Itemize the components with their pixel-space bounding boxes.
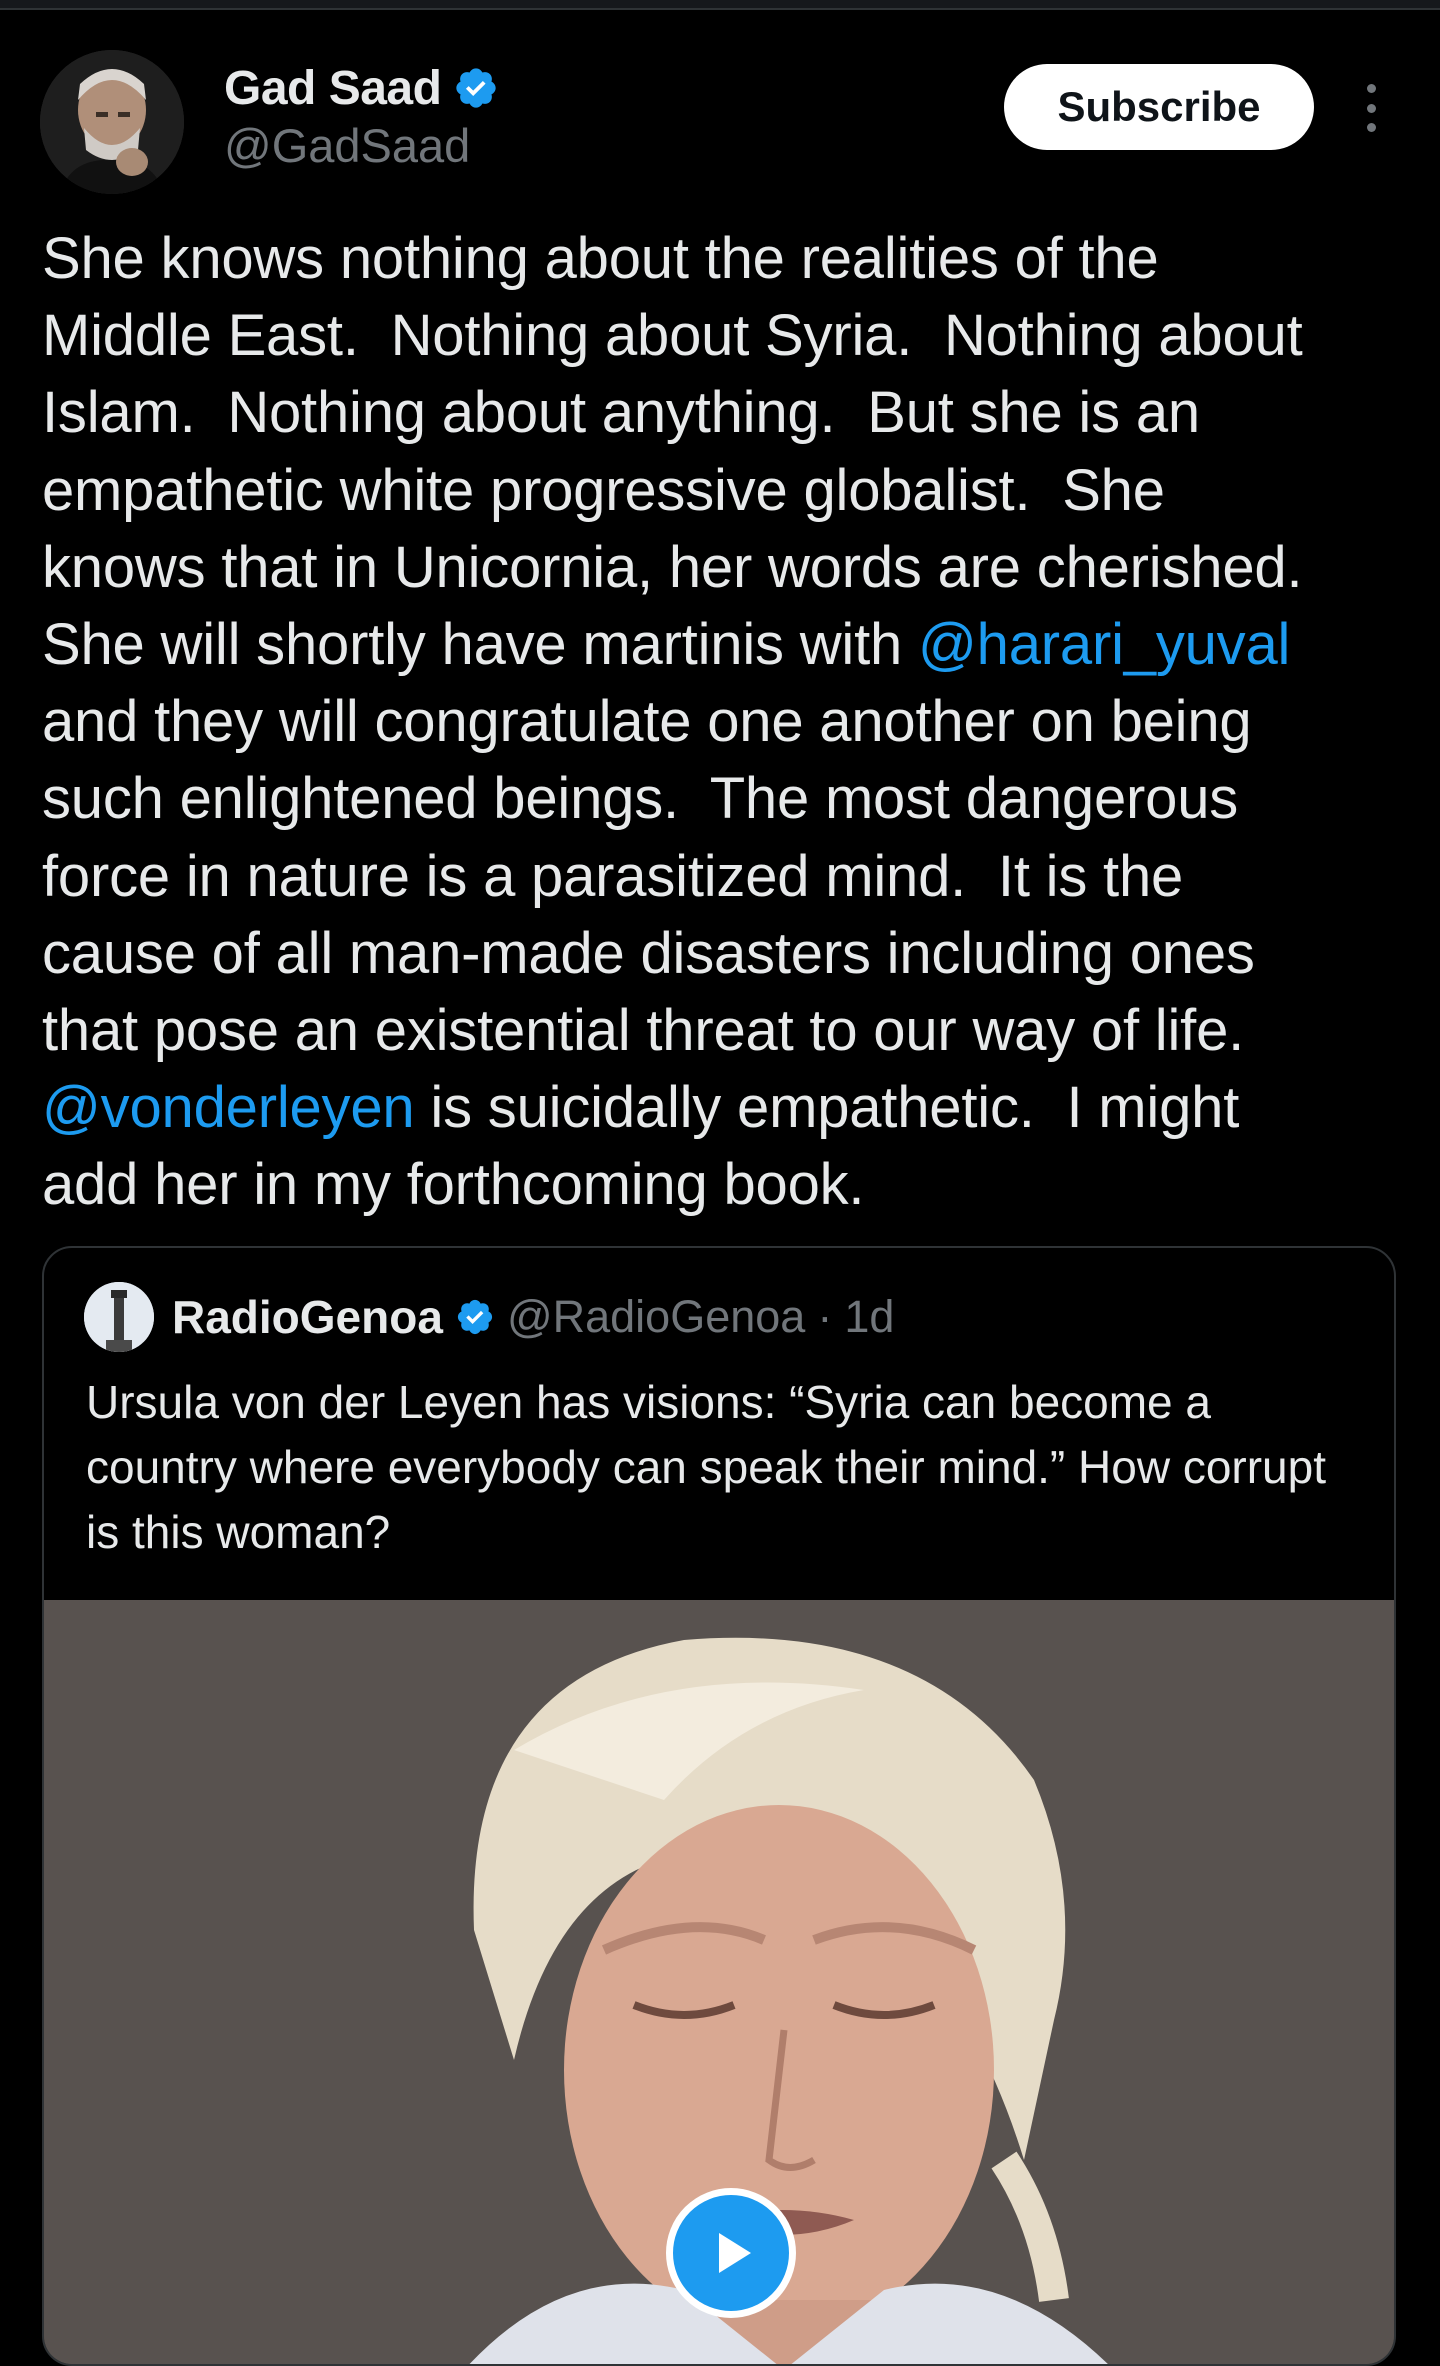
- play-triangle-icon: [719, 2233, 751, 2273]
- play-icon[interactable]: [666, 2188, 796, 2318]
- more-dot: [1366, 103, 1376, 113]
- subscribe-button[interactable]: Subscribe: [1004, 64, 1314, 150]
- tweet-text: She knows nothing about the realities of…: [42, 220, 1422, 1224]
- mention-link-vonderleyen[interactable]: @vonderleyen: [42, 1075, 415, 1140]
- person-avatar-icon: [40, 50, 184, 194]
- author-avatar[interactable]: [40, 50, 184, 194]
- quote-author-handle[interactable]: @RadioGenoa: [507, 1291, 805, 1343]
- quote-text: Ursula von der Leyen has visions: “Syria…: [86, 1376, 1327, 1558]
- video-thumbnail[interactable]: [44, 1600, 1394, 2364]
- quoted-tweet-card[interactable]: RadioGenoa @RadioGenoa · 1d Ursula von d…: [42, 1246, 1396, 2366]
- author-name[interactable]: Gad Saad: [224, 61, 442, 116]
- verified-badge-icon: [456, 68, 497, 108]
- tweet-text-part: She knows nothing about the realities of…: [42, 226, 1303, 678]
- lighthouse-avatar-icon: [84, 1282, 154, 1352]
- quote-timestamp[interactable]: 1d: [844, 1291, 894, 1343]
- tweet-text-part: and they will congratulate one another o…: [42, 689, 1255, 1064]
- quote-separator: ·: [817, 1291, 833, 1342]
- more-dot: [1366, 84, 1376, 93]
- author-name-row: Gad Saad: [224, 58, 499, 118]
- more-dot: [1366, 123, 1376, 132]
- verified-badge-icon: [457, 1299, 493, 1335]
- quote-avatar[interactable]: [84, 1282, 154, 1352]
- quote-author-name[interactable]: RadioGenoa: [172, 1290, 443, 1344]
- quote-header: RadioGenoa @RadioGenoa · 1d: [172, 1284, 894, 1350]
- top-divider: [0, 0, 1440, 10]
- more-vertical-icon[interactable]: [1346, 78, 1396, 138]
- author-handle[interactable]: @GadSaad: [224, 118, 470, 173]
- mention-link-harari[interactable]: @harari_yuval: [918, 612, 1290, 677]
